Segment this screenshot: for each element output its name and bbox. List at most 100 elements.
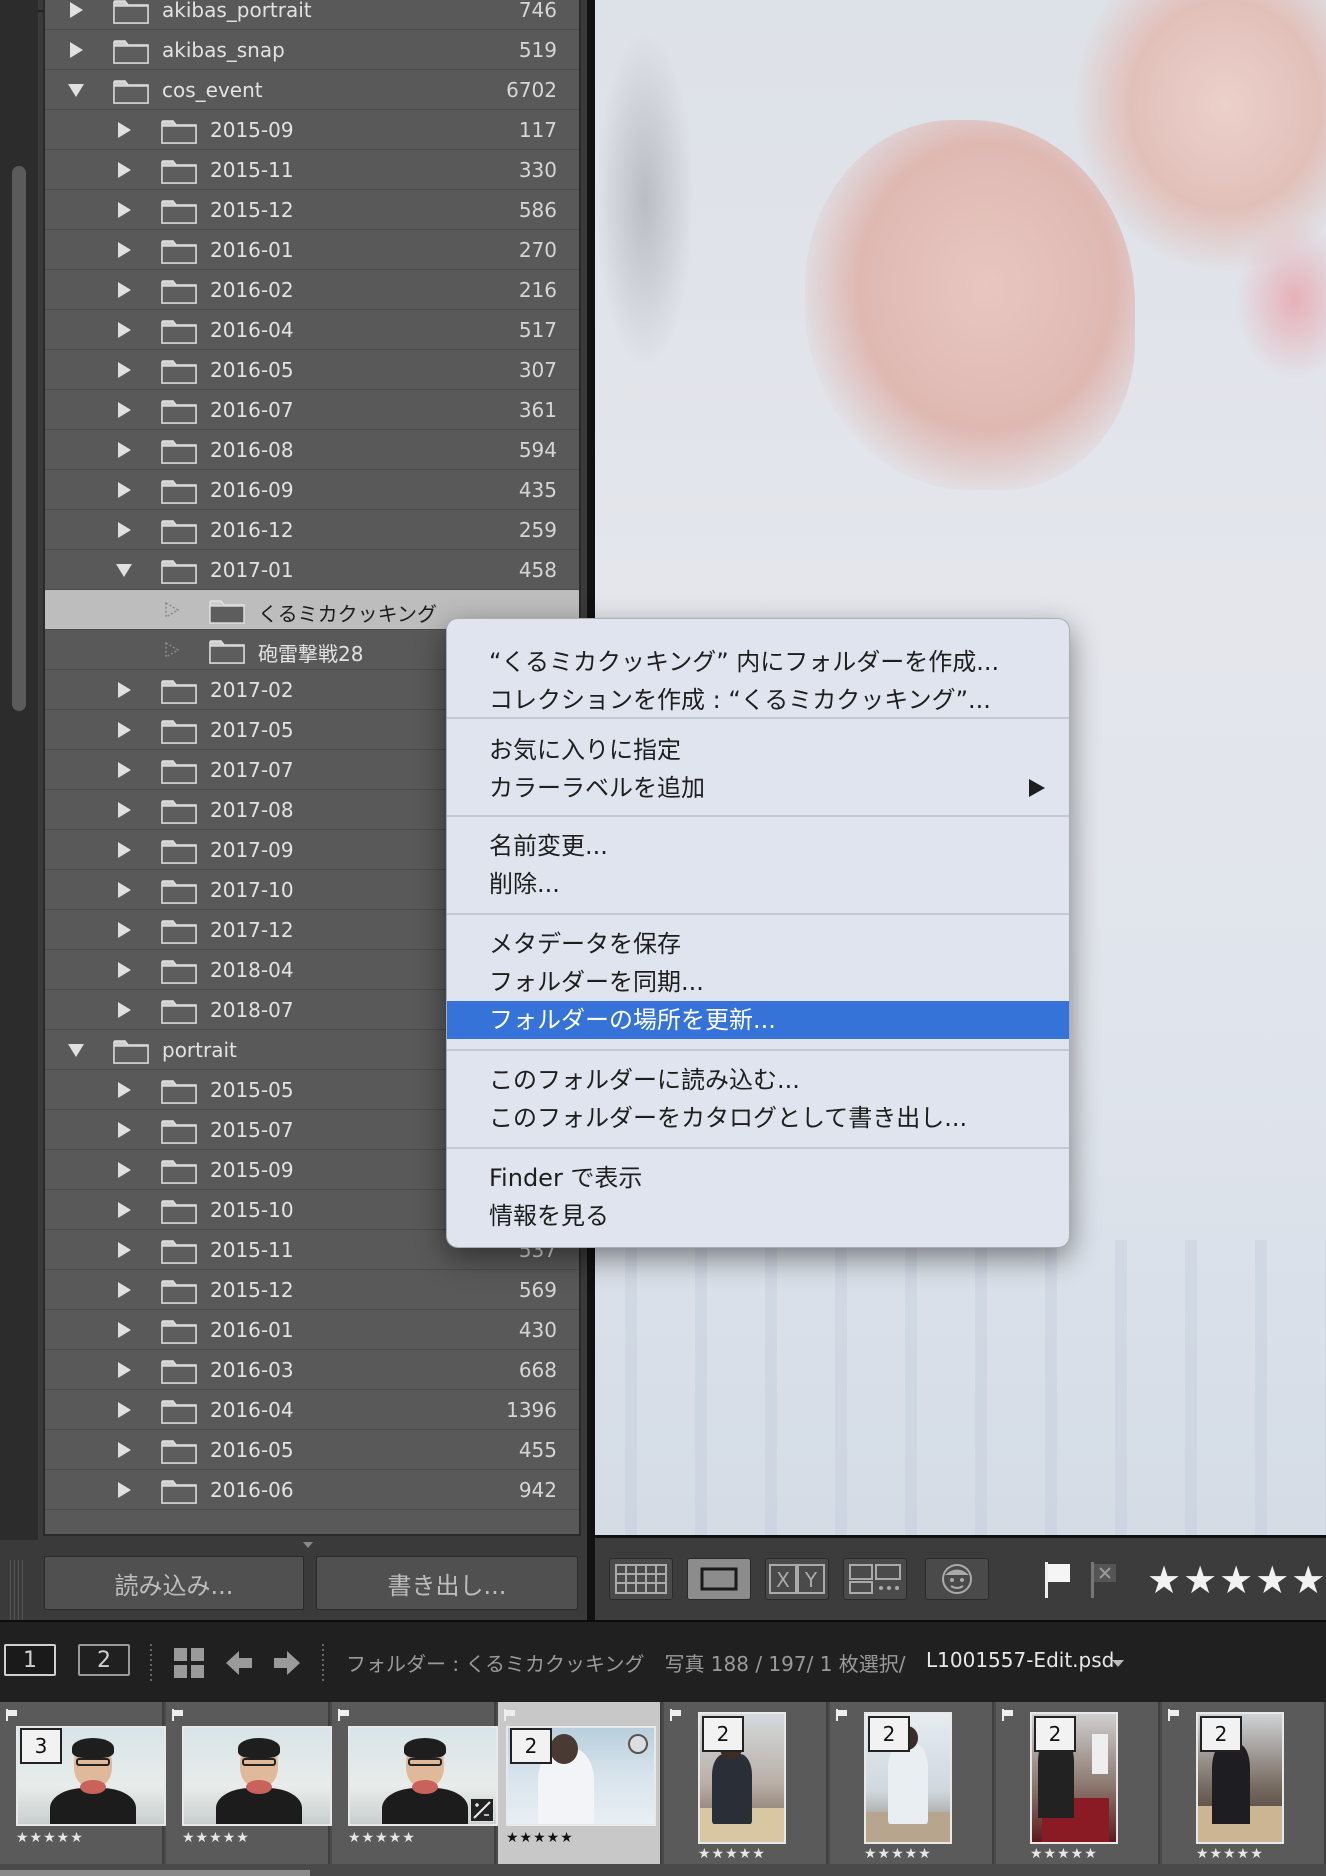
disclosure-collapsed-icon[interactable] — [115, 521, 133, 539]
disclosure-expanded-icon[interactable] — [67, 1041, 85, 1059]
flag-icon[interactable] — [1168, 1706, 1180, 1721]
disclosure-collapsed-icon[interactable] — [115, 961, 133, 979]
disclosure-collapsed-icon[interactable] — [115, 161, 133, 179]
grid-button[interactable] — [172, 1646, 206, 1680]
filmstrip-source-status[interactable]: フォルダー : くるミカクッキング 写真 188 / 197/ 1 枚選択/ — [346, 1648, 906, 1677]
disclosure-collapsed-icon[interactable] — [115, 921, 133, 939]
flag-icon[interactable] — [6, 1706, 18, 1721]
secondary-window-button[interactable]: 2 — [78, 1644, 130, 1676]
folder-row[interactable]: 2017-01 458 — [45, 550, 579, 590]
menu-item[interactable]: Finder で表示 — [447, 1159, 1069, 1197]
folder-row[interactable]: 2016-09 435 — [45, 470, 579, 510]
thumbnail-rating[interactable]: ★★★★★ — [348, 1830, 416, 1846]
folder-row[interactable]: 2016-01 270 — [45, 230, 579, 270]
disclosure-collapsed-icon[interactable] — [115, 1321, 133, 1339]
disclosure-collapsed-icon[interactable] — [115, 481, 133, 499]
folder-row[interactable]: 2016-05 307 — [45, 350, 579, 390]
disclosure-collapsed-icon[interactable] — [115, 841, 133, 859]
flag-icon[interactable] — [172, 1706, 184, 1721]
folder-row[interactable]: 2015-12 586 — [45, 190, 579, 230]
folder-row[interactable]: 2016-01 430 — [45, 1310, 579, 1350]
grid-view-button[interactable] — [609, 1558, 673, 1600]
filmstrip-cell[interactable]: 2 ★★★★★ — [1162, 1702, 1326, 1864]
filmstrip-scrollbar-thumb[interactable] — [0, 1870, 310, 1876]
panel-scrollbar-thumb[interactable] — [12, 166, 26, 711]
folder-row[interactable]: 2015-09 117 — [45, 110, 579, 150]
main-window-button[interactable]: 1 — [4, 1644, 56, 1676]
import-button[interactable]: 読み込み... — [44, 1556, 304, 1610]
panel-collapse-arrow-icon[interactable] — [303, 1542, 313, 1548]
disclosure-collapsed-icon[interactable] — [67, 41, 85, 59]
stack-count-badge[interactable]: 3 — [20, 1728, 66, 1768]
folder-row[interactable]: 2016-02 216 — [45, 270, 579, 310]
menu-item[interactable]: 名前変更... — [447, 827, 1069, 865]
thumbnail-image[interactable] — [182, 1726, 332, 1826]
folder-row[interactable]: 2016-03 668 — [45, 1350, 579, 1390]
folder-row[interactable]: cos_event 6702 — [45, 70, 579, 110]
flag-icon[interactable] — [338, 1706, 350, 1721]
folder-row[interactable]: 2016-06 942 — [45, 1470, 579, 1510]
menu-item[interactable]: フォルダーの場所を更新... — [447, 1001, 1069, 1039]
disclosure-collapsed-icon[interactable] — [115, 761, 133, 779]
disclosure-collapsed-icon[interactable] — [115, 1481, 133, 1499]
folder-row[interactable]: akibas_snap 519 — [45, 30, 579, 70]
folder-row[interactable]: 2015-11 330 — [45, 150, 579, 190]
stack-count-badge[interactable]: 2 — [702, 1716, 748, 1756]
disclosure-collapsed-icon[interactable] — [115, 881, 133, 899]
thumbnail-rating[interactable]: ★★★★★ — [1196, 1846, 1264, 1862]
flag-icon[interactable] — [670, 1706, 682, 1721]
filmstrip-cell[interactable]: 3 ★★★★★ — [0, 1702, 166, 1864]
menu-item[interactable]: このフォルダーに読み込む... — [447, 1061, 1069, 1099]
folder-row[interactable]: akibas_portrait 746 — [45, 0, 579, 30]
folder-row[interactable]: 2016-07 361 — [45, 390, 579, 430]
disclosure-collapsed-icon[interactable] — [115, 681, 133, 699]
stack-count-badge[interactable]: 2 — [510, 1728, 556, 1768]
disclosure-collapsed-icon[interactable] — [115, 1121, 133, 1139]
thumbnail-rating[interactable]: ★★★★★ — [698, 1846, 766, 1862]
chevron-down-icon[interactable] — [1112, 1660, 1124, 1667]
filmstrip-cell[interactable]: ★★★★★ — [332, 1702, 498, 1864]
disclosure-collapsed-icon[interactable] — [115, 201, 133, 219]
people-view-button[interactable] — [925, 1558, 989, 1600]
filmstrip-cell[interactable]: 2 ★★★★★ — [664, 1702, 828, 1864]
menu-item[interactable]: このフォルダーをカタログとして書き出し... — [447, 1099, 1069, 1137]
thumbnail-image[interactable] — [348, 1726, 498, 1826]
thumbnail-rating[interactable]: ★★★★★ — [16, 1830, 84, 1846]
disclosure-collapsed-icon[interactable] — [115, 1401, 133, 1419]
flag-icon[interactable] — [1002, 1706, 1014, 1721]
compare-view-button[interactable]: X Y — [765, 1558, 829, 1600]
disclosure-collapsed-icon[interactable] — [115, 1161, 133, 1179]
menu-item[interactable]: 情報を見る — [447, 1197, 1069, 1235]
develop-adjusted-icon[interactable] — [470, 1798, 494, 1822]
disclosure-collapsed-icon[interactable] — [115, 281, 133, 299]
loupe-view-button[interactable] — [687, 1558, 751, 1600]
panel-resize-grip[interactable] — [10, 1560, 26, 1620]
disclosure-collapsed-icon[interactable] — [115, 1001, 133, 1019]
survey-view-button[interactable] — [843, 1558, 907, 1600]
selected-filename[interactable]: L1001557-Edit.psd — [926, 1648, 1114, 1672]
menu-item[interactable]: フォルダーを同期... — [447, 963, 1069, 1001]
disclosure-collapsed-icon[interactable] — [115, 241, 133, 259]
folder-row[interactable]: 2016-05 455 — [45, 1430, 579, 1470]
disclosure-collapsed-icon[interactable] — [115, 801, 133, 819]
disclosure-collapsed-icon[interactable] — [115, 1241, 133, 1259]
flag-icon[interactable] — [504, 1706, 516, 1721]
disclosure-collapsed-icon[interactable] — [115, 321, 133, 339]
disclosure-expanded-icon[interactable] — [67, 81, 85, 99]
menu-item[interactable]: 削除... — [447, 865, 1069, 903]
reject-flag-button[interactable] — [1089, 1560, 1119, 1600]
disclosure-expanded-icon[interactable] — [115, 561, 133, 579]
disclosure-collapsed-icon[interactable] — [115, 401, 133, 419]
folder-row[interactable]: 2016-04 517 — [45, 310, 579, 350]
filmstrip-cell[interactable]: 2 ★★★★★ — [996, 1702, 1160, 1864]
thumbnail-rating[interactable]: ★★★★★ — [1030, 1846, 1098, 1862]
disclosure-collapsed-icon[interactable] — [115, 1201, 133, 1219]
panel-scrollbar-track[interactable] — [0, 0, 38, 1620]
menu-item[interactable]: お気に入りに指定 — [447, 731, 1069, 769]
stack-count-badge[interactable]: 2 — [1034, 1716, 1080, 1756]
thumbnail-rating[interactable]: ★★★★★ — [506, 1830, 574, 1846]
folder-row[interactable]: 2016-12 259 — [45, 510, 579, 550]
disclosure-collapsed-icon[interactable] — [115, 361, 133, 379]
menu-item[interactable]: カラーラベルを追加 — [447, 769, 1069, 807]
export-button[interactable]: 書き出し... — [316, 1556, 578, 1610]
